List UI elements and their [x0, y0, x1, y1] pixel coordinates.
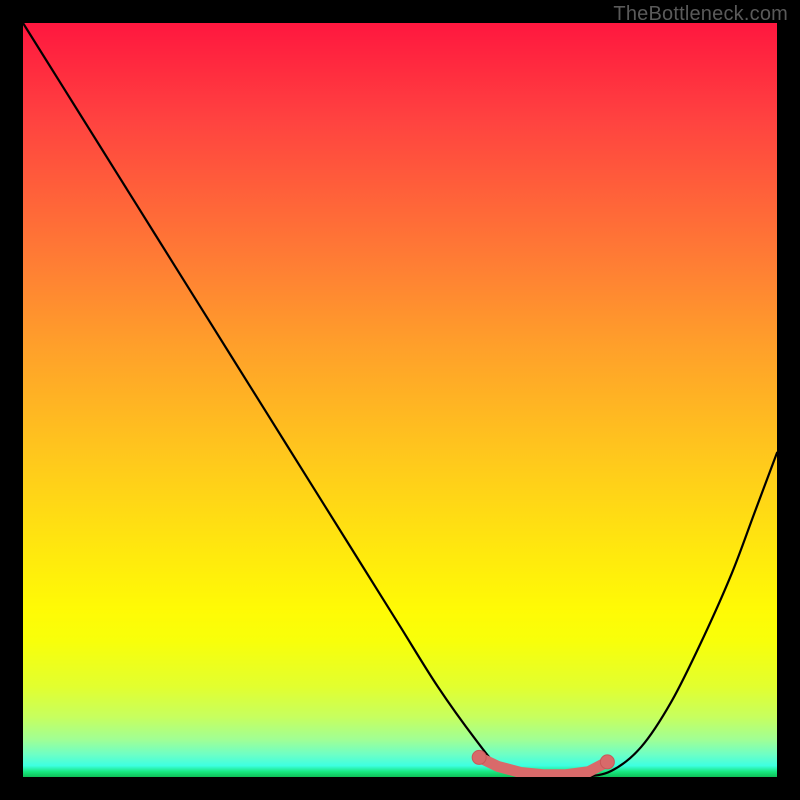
chart-frame: TheBottleneck.com [0, 0, 800, 800]
watermark-text: TheBottleneck.com [613, 3, 788, 26]
bottleneck-curve [23, 23, 777, 777]
optimal-range-markers [472, 750, 614, 774]
optimal-range-end-dot [600, 755, 614, 769]
plot-area [23, 23, 777, 777]
optimal-range-line [479, 757, 607, 774]
chart-svg [23, 23, 777, 777]
optimal-range-start-dot [472, 750, 486, 764]
